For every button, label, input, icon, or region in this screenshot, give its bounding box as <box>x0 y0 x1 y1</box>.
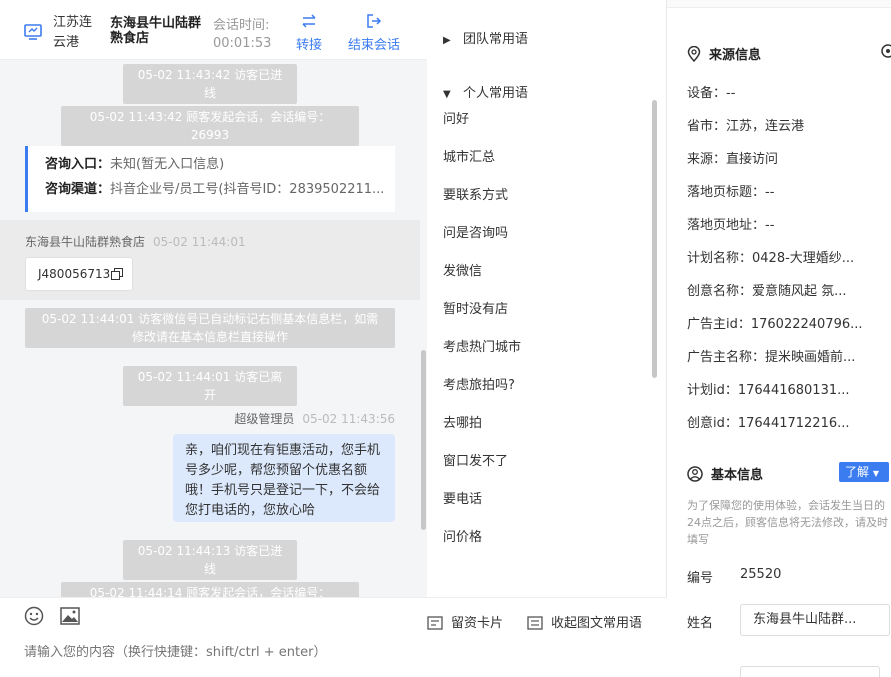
collapse-phrases-label: 收起图文常用语 <box>551 616 643 631</box>
phrase-scrollbar[interactable] <box>652 100 657 378</box>
info-advertiser-id: 广告主id：176022240796... <box>687 317 863 332</box>
phrase-list: 问好 城市汇总 要联系方式 问是咨询吗 发微信 暂时没有店 考虑热门城市 考虑旅… <box>443 108 648 564</box>
transfer-button[interactable]: 转接 <box>293 12 325 53</box>
user-circle-icon <box>687 466 703 482</box>
consult-channel-value: 抖音企业号/员工号(抖音号ID：2839502211... <box>110 182 385 197</box>
info-device: 设备：-- <box>687 86 736 101</box>
chat-messages[interactable]: 05-02 11:43:42 访客已进线 05-02 11:43:42 顾客发起… <box>0 60 427 597</box>
emoji-icon[interactable] <box>24 606 44 626</box>
agent-message-header: 超级管理员 05-02 11:43:56 <box>234 410 395 427</box>
customer-name: 东海县牛山陆群熟食店 <box>25 235 146 249</box>
team-phrases-label: 团队常用语 <box>463 32 529 47</box>
phrase-item[interactable]: 问好 <box>443 108 648 146</box>
exit-icon <box>367 14 382 28</box>
agent-time: 05-02 11:43:56 <box>302 412 395 426</box>
info-landing-url: 落地页地址：-- <box>687 218 775 233</box>
phrase-item[interactable]: 城市汇总 <box>443 146 648 184</box>
session-time-value: 00:01:53 <box>213 36 272 51</box>
info-source: 来源：直接访问 <box>687 152 779 167</box>
basic-info-title: 基本信息 <box>687 464 763 483</box>
system-message: 05-02 11:43:42 访客已进线 <box>123 64 297 104</box>
phrase-item[interactable]: 要电话 <box>443 488 648 526</box>
copy-icon[interactable] <box>111 268 124 280</box>
phrase-item[interactable]: 问是咨询吗 <box>443 222 648 260</box>
visitor-city: 江苏连云港 <box>53 15 93 50</box>
edit-notice: 为了保障您的使用体验，会话发生当日的24点之后，顾客信息将无法修改，请及时填写 <box>687 499 888 546</box>
info-creative-id: 创意id：176441712216... <box>687 416 850 431</box>
system-message: 05-02 11:44:01 访客已离开 <box>123 366 297 406</box>
info-advertiser-name: 广告主名称：提米映画婚前... <box>687 350 856 365</box>
lead-card-button[interactable]: 留资卡片 <box>427 612 503 631</box>
system-message: 05-02 11:44:14 顾客发起会话，会话编号：26993 <box>61 582 359 597</box>
personal-phrases-label: 个人常用语 <box>463 86 529 101</box>
customer-id-text: J480056713 <box>38 267 111 281</box>
phrase-item[interactable]: 要联系方式 <box>443 184 648 222</box>
chat-header: 江苏连云港 东海县牛山陆群熟食店 会话时间: 00:01:53 转接 结束会话 <box>0 0 427 60</box>
learn-more-button[interactable]: 了解 ▼ <box>839 462 889 482</box>
lead-card-label: 留资卡片 <box>451 616 504 631</box>
card-icon <box>427 616 443 630</box>
phrase-item[interactable]: 窗口发不了 <box>443 450 648 488</box>
id-label: 编号 <box>687 571 714 586</box>
source-info-title-text: 来源信息 <box>709 48 762 63</box>
phrases-panel: ▶ 团队常用语 ▼ 个人常用语 问好 城市汇总 要联系方式 问是咨询吗 发微信 暂时… <box>427 0 667 677</box>
source-info-title: 来源信息 <box>687 44 761 63</box>
phrase-item[interactable]: 考虑热门城市 <box>443 336 648 374</box>
info-creative-name: 创意名称：爱意随风起 氛... <box>687 284 847 299</box>
collapse-phrases-button[interactable]: 收起图文常用语 <box>527 612 642 631</box>
phrase-item[interactable]: 考虑旅拍吗? <box>443 374 648 412</box>
consult-info-card: 咨询入口：未知(暂无入口信息) 咨询渠道：抖音企业号/员工号(抖音号ID：283… <box>25 146 395 212</box>
team-phrases-group[interactable]: ▶ 团队常用语 <box>443 28 528 47</box>
agent-name: 超级管理员 <box>234 412 295 426</box>
transfer-icon <box>302 14 316 28</box>
location-target-icon[interactable] <box>881 44 891 58</box>
customer-id-chip[interactable]: J480056713 <box>25 257 133 291</box>
phrase-item[interactable]: 发微信 <box>443 260 648 298</box>
name-field-value: 东海县牛山陆群... <box>753 612 857 627</box>
phrase-item[interactable]: 问价格 <box>443 526 648 564</box>
customer-time: 05-02 11:44:01 <box>153 235 246 249</box>
learn-more-label: 了解 <box>845 465 870 479</box>
visitor-shop-name: 东海县牛山陆群熟食店 <box>110 16 202 46</box>
info-plan-id: 计划id：17644168013​1... <box>687 383 850 398</box>
info-plan-name: 计划名称：0428-大理婚纱... <box>687 251 855 266</box>
caret-down-icon: ▼ <box>872 469 879 478</box>
id-value: 25520 <box>740 567 782 582</box>
personal-phrases-group[interactable]: ▼ 个人常用语 <box>443 82 528 101</box>
message-input[interactable] <box>24 645 404 660</box>
message-icon <box>527 616 543 630</box>
info-province-city: 省市：江苏，连云港 <box>687 119 805 134</box>
phrases-footer: 留资卡片 收起图文常用语 <box>427 597 667 677</box>
agent-message-bubble: 亲，咱们现在有钜惠活动，您手机号多少呢，帮您预留个优惠名额哦！手机号只是登记一下… <box>173 434 395 522</box>
system-message: 05-02 11:44:01 访客微信号已自动标记右侧基本信息栏，如需修改请在基… <box>25 308 395 348</box>
end-session-button[interactable]: 结束会话 <box>344 12 404 53</box>
caret-right-icon: ▶ <box>443 35 451 46</box>
chat-scrollbar[interactable] <box>421 350 426 530</box>
chat-input-area <box>0 597 427 677</box>
transfer-label: 转接 <box>295 38 322 53</box>
consult-entry-label: 咨询入口： <box>45 157 111 172</box>
image-icon[interactable] <box>60 607 80 625</box>
phrase-item[interactable]: 去哪拍 <box>443 412 648 450</box>
session-time-label: 会话时间: <box>213 18 270 33</box>
name-field[interactable]: 东海县牛山陆群... <box>740 604 890 636</box>
monitor-icon <box>24 24 42 40</box>
caret-down-icon: ▼ <box>443 89 451 100</box>
basic-info-title-text: 基本信息 <box>711 468 764 483</box>
customer-info-panel: 来源信息 设备：-- 省市：江苏，连云港 来源：直接访问 落地页标题：-- 落地… <box>667 0 891 677</box>
location-pin-icon <box>687 46 701 62</box>
system-message: 05-02 11:44:13 访客已进线 <box>123 540 297 580</box>
consult-channel-label: 咨询渠道： <box>45 182 111 197</box>
info-landing-title: 落地页标题：-- <box>687 185 775 200</box>
phrase-item[interactable]: 暂时没有店 <box>443 298 648 336</box>
consult-entry-value: 未知(暂无入口信息) <box>110 157 225 172</box>
customer-message-header: 东海县牛山陆群熟食店 05-02 11:44:01 <box>25 233 246 250</box>
name-label: 姓名 <box>687 616 714 631</box>
end-session-label: 结束会话 <box>347 38 400 53</box>
info-top-strip <box>667 0 891 8</box>
system-message: 05-02 11:43:42 顾客发起会话，会话编号：26993 <box>61 106 359 146</box>
next-field[interactable] <box>740 666 880 677</box>
chat-panel: 江苏连云港 东海县牛山陆群熟食店 会话时间: 00:01:53 转接 结束会话 … <box>0 0 427 677</box>
